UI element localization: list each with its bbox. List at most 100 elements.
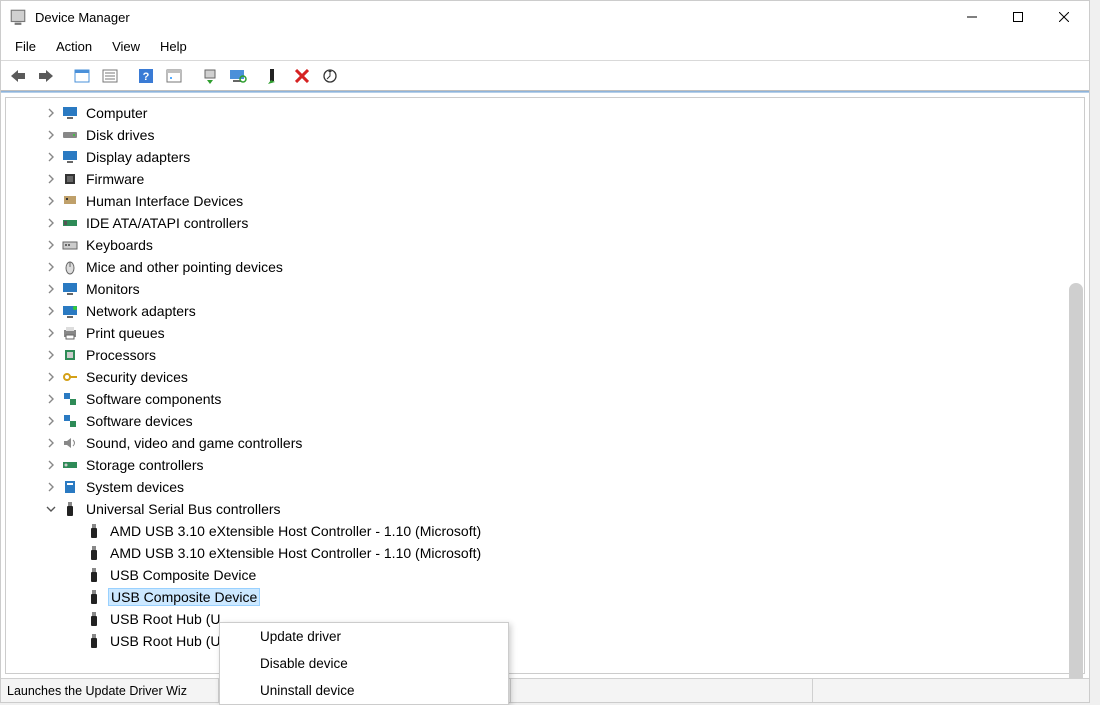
expand-icon[interactable] xyxy=(44,326,58,340)
show-hidden-button[interactable] xyxy=(69,64,95,88)
expand-icon[interactable] xyxy=(44,106,58,120)
tree-category[interactable]: Network adapters xyxy=(6,300,1084,322)
device-icon xyxy=(62,347,78,363)
device-icon xyxy=(62,149,78,165)
category-label: Monitors xyxy=(84,281,142,297)
expand-icon[interactable] xyxy=(44,436,58,450)
expand-icon[interactable] xyxy=(44,392,58,406)
tree-category[interactable]: Software components xyxy=(6,388,1084,410)
menu-bar: File Action View Help xyxy=(1,33,1089,61)
expand-icon[interactable] xyxy=(44,216,58,230)
device-manager-window: Device Manager File Action View Help ? C… xyxy=(0,0,1090,703)
menu-view[interactable]: View xyxy=(102,35,150,58)
category-label: System devices xyxy=(84,479,186,495)
tree-device[interactable]: AMD USB 3.10 eXtensible Host Controller … xyxy=(6,542,1084,564)
device-icon xyxy=(62,237,78,253)
tree-device[interactable]: USB Root Hub (U xyxy=(6,608,1084,630)
category-label: Security devices xyxy=(84,369,190,385)
expand-icon[interactable] xyxy=(44,172,58,186)
tree-device[interactable]: USB Composite Device xyxy=(6,564,1084,586)
expand-icon[interactable] xyxy=(44,348,58,362)
expand-icon[interactable] xyxy=(44,194,58,208)
forward-button[interactable] xyxy=(33,64,59,88)
tree-category[interactable]: Software devices xyxy=(6,410,1084,432)
content-area: ComputerDisk drives Display adapters Firmw… xyxy=(1,93,1089,678)
device-icon xyxy=(62,193,78,209)
category-label: Print queues xyxy=(84,325,167,341)
context-menu-item[interactable]: Disable device xyxy=(220,650,508,677)
device-tree[interactable]: ComputerDisk drives Display adapters Firmw… xyxy=(5,97,1085,674)
uninstall-device-button[interactable] xyxy=(289,64,315,88)
device-icon xyxy=(62,259,78,275)
scan-changes-button[interactable] xyxy=(317,64,343,88)
device-label: USB Composite Device xyxy=(108,588,260,606)
scan-hardware-button[interactable] xyxy=(225,64,251,88)
tree-category[interactable]: Display adapters xyxy=(6,146,1084,168)
expand-icon[interactable] xyxy=(44,282,58,296)
category-label: Mice and other pointing devices xyxy=(84,259,285,275)
expand-icon[interactable] xyxy=(44,150,58,164)
device-label: USB Composite Device xyxy=(108,567,258,583)
tree-category[interactable]: Sound, video and game controllers xyxy=(6,432,1084,454)
device-label: USB Root Hub (U xyxy=(108,611,222,627)
category-label: Processors xyxy=(84,347,158,363)
close-button[interactable] xyxy=(1041,2,1087,32)
tree-category[interactable]: Disk drives xyxy=(6,124,1084,146)
properties-button[interactable] xyxy=(97,64,123,88)
status-text: Launches the Update Driver Wiz xyxy=(7,679,219,702)
maximize-button[interactable] xyxy=(995,2,1041,32)
category-label: Universal Serial Bus controllers xyxy=(84,501,283,517)
toolbar: ? xyxy=(1,61,1089,91)
property-pages-button[interactable] xyxy=(161,64,187,88)
back-button[interactable] xyxy=(5,64,31,88)
category-label: Display adapters xyxy=(84,149,192,165)
device-icon xyxy=(62,479,78,495)
app-icon xyxy=(9,8,27,26)
minimize-button[interactable] xyxy=(949,2,995,32)
expand-icon[interactable] xyxy=(44,260,58,274)
tree-category[interactable]: Storage controllers xyxy=(6,454,1084,476)
collapse-icon[interactable] xyxy=(44,502,58,516)
device-icon xyxy=(62,215,78,231)
tree-category[interactable]: Security devices xyxy=(6,366,1084,388)
tree-category[interactable]: Firmware xyxy=(6,168,1084,190)
title-bar[interactable]: Device Manager xyxy=(1,1,1089,33)
expand-icon[interactable] xyxy=(44,238,58,252)
usb-icon xyxy=(86,545,102,561)
help-button[interactable]: ? xyxy=(133,64,159,88)
expand-icon[interactable] xyxy=(44,414,58,428)
tree-category[interactable]: Processors xyxy=(6,344,1084,366)
menu-file[interactable]: File xyxy=(5,35,46,58)
device-icon xyxy=(62,127,78,143)
device-label: AMD USB 3.10 eXtensible Host Controller … xyxy=(108,523,483,539)
tree-category[interactable]: Mice and other pointing devices xyxy=(6,256,1084,278)
category-label: Human Interface Devices xyxy=(84,193,245,209)
expand-icon[interactable] xyxy=(44,304,58,318)
expand-icon[interactable] xyxy=(44,128,58,142)
tree-category[interactable]: Monitors xyxy=(6,278,1084,300)
expand-icon[interactable] xyxy=(44,480,58,494)
tree-category[interactable]: System devices xyxy=(6,476,1084,498)
tree-device[interactable]: AMD USB 3.10 eXtensible Host Controller … xyxy=(6,520,1084,542)
tree-category-usb[interactable]: Universal Serial Bus controllers xyxy=(6,498,1084,520)
tree-device[interactable]: USB Composite Device xyxy=(6,586,1084,608)
context-menu-item[interactable]: Update driver xyxy=(220,623,508,650)
tree-category[interactable]: Human Interface Devices xyxy=(6,190,1084,212)
context-menu-item[interactable]: Uninstall device xyxy=(220,677,508,704)
tree-category[interactable]: Keyboards xyxy=(6,234,1084,256)
menu-help[interactable]: Help xyxy=(150,35,197,58)
usb-icon xyxy=(86,611,102,627)
device-icon xyxy=(62,105,78,121)
tree-device[interactable]: USB Root Hub (U xyxy=(6,630,1084,652)
scrollbar-thumb[interactable] xyxy=(1069,283,1083,678)
usb-icon xyxy=(62,501,78,517)
tree-category[interactable]: Print queues xyxy=(6,322,1084,344)
expand-icon[interactable] xyxy=(44,370,58,384)
tree-category[interactable]: IDE ATA/ATAPI controllers xyxy=(6,212,1084,234)
expand-icon[interactable] xyxy=(44,458,58,472)
tree-category[interactable]: Computer xyxy=(6,102,1084,124)
menu-action[interactable]: Action xyxy=(46,35,102,58)
update-driver-button[interactable] xyxy=(197,64,223,88)
device-icon xyxy=(62,281,78,297)
enable-device-button[interactable] xyxy=(261,64,287,88)
